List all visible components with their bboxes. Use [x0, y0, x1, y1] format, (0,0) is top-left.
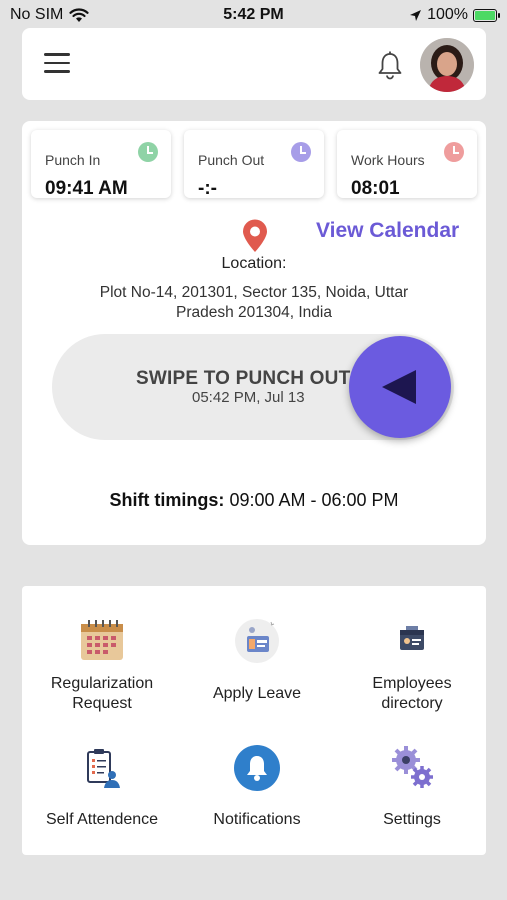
swipe-subtitle: 05:42 PM, Jul 13	[192, 389, 305, 406]
tile-label-line2: Request	[72, 695, 132, 712]
regularization-request-tile[interactable]: Regularization Request	[25, 586, 179, 726]
location-pin-icon	[243, 219, 267, 252]
work-hours-stat: Work Hours 08:01	[337, 130, 477, 199]
avatar-image	[420, 38, 474, 92]
punch-out-value: -:-	[198, 178, 217, 199]
shift-value: 09:00 AM - 06:00 PM	[229, 490, 399, 510]
calendar-icon	[81, 620, 123, 660]
status-bar: No SIM 5:42 PM 100%	[0, 0, 507, 30]
user-avatar[interactable]	[420, 38, 474, 92]
punch-in-stat: Punch In 09:41 AM	[31, 130, 171, 199]
employees-directory-tile[interactable]: Employees directory	[335, 586, 489, 726]
status-right: 100%	[409, 6, 500, 24]
quick-actions-grid: Regularization Request Apply Leave Emplo…	[22, 586, 486, 855]
punch-out-stat: Punch Out -:-	[184, 130, 324, 199]
address-line-2: Pradesh 201304, India	[176, 304, 332, 321]
hamburger-menu-icon[interactable]	[44, 53, 70, 75]
tile-label: Self Attendence	[45, 811, 159, 828]
notification-bell-icon	[234, 745, 280, 791]
notifications-tile[interactable]: Notifications	[180, 726, 334, 855]
tile-label: Employees directory	[335, 674, 489, 714]
punch-out-label: Punch Out	[198, 152, 265, 168]
punch-card: Punch In 09:41 AM Punch Out -:- Work Hou…	[22, 121, 486, 545]
work-hours-label: Work Hours	[351, 152, 425, 168]
settings-tile[interactable]: Settings	[335, 726, 489, 855]
punch-in-value: 09:41 AM	[45, 178, 128, 199]
location-label: Location:	[221, 255, 287, 272]
clipboard-user-icon	[87, 749, 120, 788]
swipe-to-punch-out-slider[interactable]: SWIPE TO PUNCH OUT 05:42 PM, Jul 13	[52, 334, 454, 440]
leave-icon	[235, 619, 279, 663]
battery-percent: 100%	[427, 6, 468, 23]
tile-label-line1: Regularization	[50, 675, 154, 692]
tile-label: Apply Leave	[212, 685, 302, 702]
gears-icon	[392, 746, 433, 788]
tile-label: Notifications	[213, 811, 301, 828]
battery-icon	[473, 8, 500, 22]
clock-icon	[291, 142, 311, 162]
clock-icon	[138, 142, 158, 162]
clock-icon	[444, 142, 464, 162]
tile-label-line1: Employees	[372, 675, 452, 692]
shift-label: Shift timings:	[109, 490, 225, 510]
view-calendar-link[interactable]: View Calendar	[316, 219, 459, 243]
location-address: Plot No-14, 201301, Sector 135, Noida, U…	[62, 283, 446, 323]
tile-label: Settings	[383, 811, 441, 828]
location-arrow-icon	[410, 9, 422, 21]
tile-label: Regularization Request	[25, 674, 179, 714]
tile-label-line2: directory	[381, 695, 443, 712]
apply-leave-tile[interactable]: Apply Leave	[180, 586, 334, 726]
swipe-title: SWIPE TO PUNCH OUT	[136, 368, 351, 389]
shift-timings: Shift timings: 09:00 AM - 06:00 PM	[22, 490, 486, 511]
arrow-left-icon	[382, 370, 416, 404]
app-header	[22, 28, 486, 100]
work-hours-value: 08:01	[351, 178, 400, 199]
swipe-handle[interactable]	[349, 336, 451, 438]
bell-icon[interactable]	[376, 50, 404, 80]
directory-icon	[400, 626, 424, 650]
punch-in-label: Punch In	[45, 152, 101, 168]
self-attendence-tile[interactable]: Self Attendence	[25, 726, 179, 855]
address-line-1: Plot No-14, 201301, Sector 135, Noida, U…	[99, 284, 409, 301]
